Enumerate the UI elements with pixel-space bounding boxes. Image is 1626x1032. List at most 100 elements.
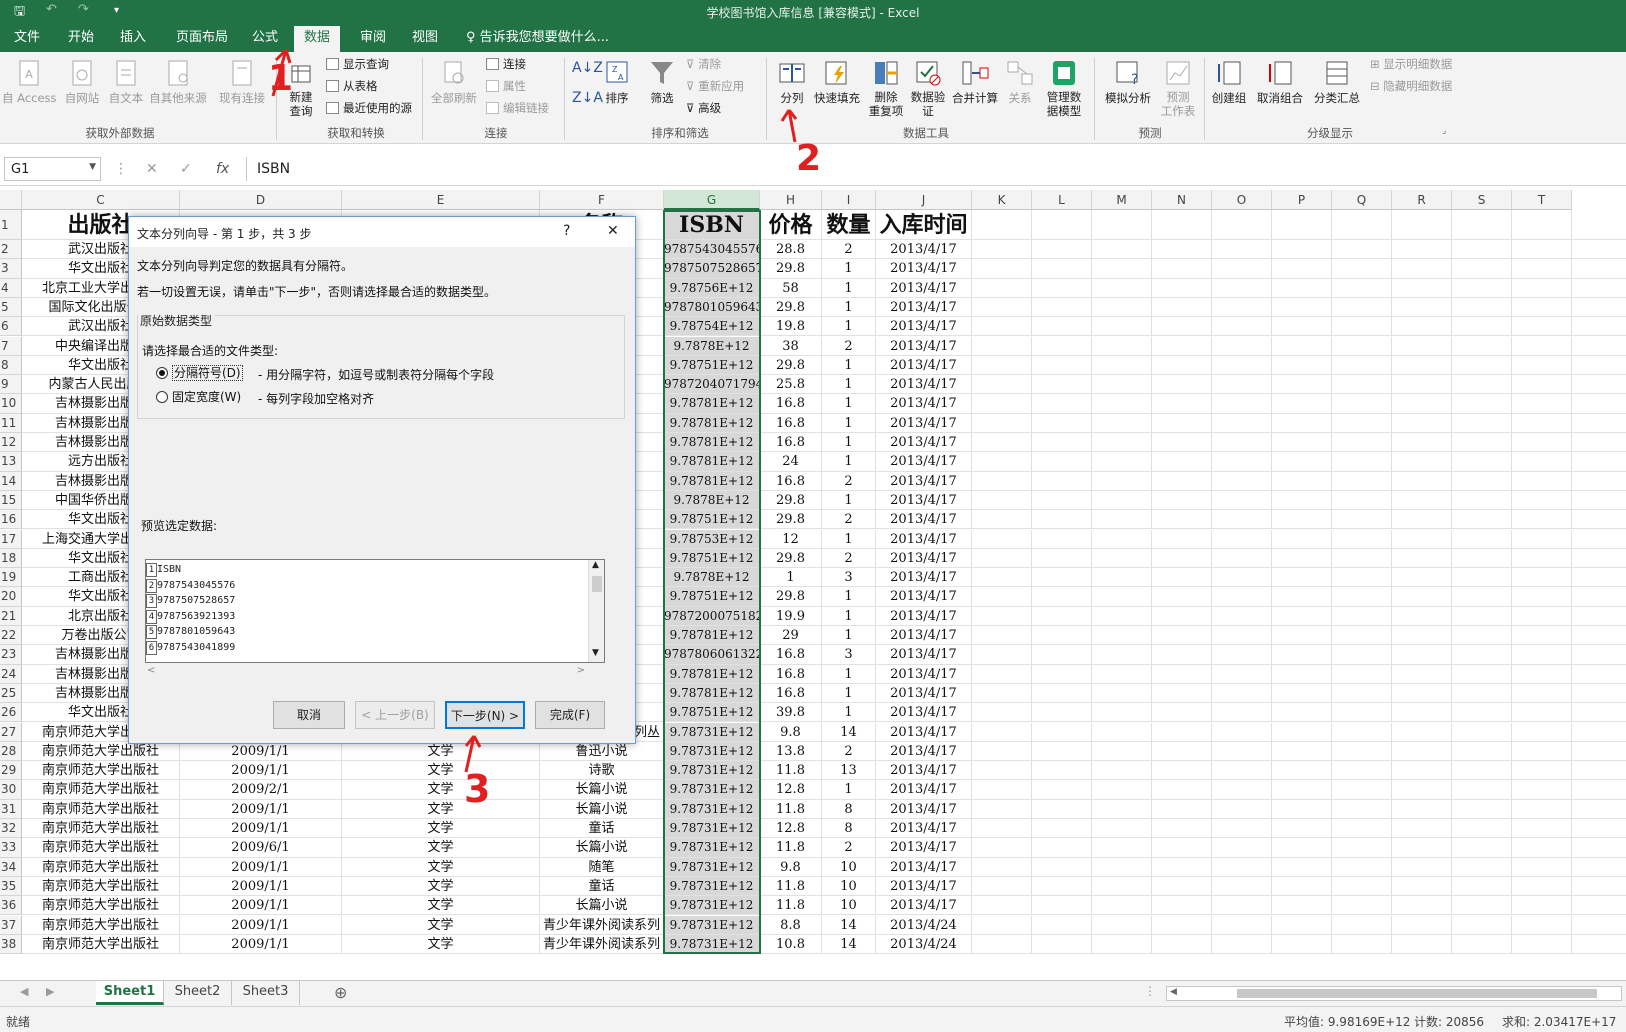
cell-i[interactable]: 8	[822, 799, 876, 818]
cell-l[interactable]	[1032, 529, 1092, 548]
cell-p[interactable]	[1272, 741, 1332, 761]
from-web-button[interactable]: 自网站	[60, 58, 104, 106]
cell-n[interactable]	[1152, 722, 1212, 741]
cell-s[interactable]	[1452, 568, 1512, 587]
cell-h[interactable]: 29.8	[760, 548, 822, 568]
cell-c[interactable]: 南京师范大学出版社	[22, 761, 180, 780]
cell-r[interactable]	[1392, 548, 1452, 568]
cell-s[interactable]	[1452, 876, 1512, 896]
cell-e[interactable]: 文学	[342, 819, 540, 838]
cell-n[interactable]	[1152, 664, 1212, 683]
cell-o[interactable]	[1212, 240, 1272, 259]
cell-j[interactable]: 2013/4/17	[876, 278, 972, 297]
cell-i[interactable]: 1	[822, 529, 876, 548]
cell-h[interactable]: 29.8	[760, 355, 822, 375]
cell-p[interactable]	[1272, 510, 1332, 529]
cell-j[interactable]: 2013/4/17	[876, 857, 972, 876]
cell-h[interactable]: 11.8	[760, 838, 822, 857]
cell-q[interactable]	[1332, 587, 1392, 606]
cell-r[interactable]	[1392, 876, 1452, 896]
cell-o[interactable]	[1212, 394, 1272, 413]
hide-detail-button[interactable]: ⊟ 隐藏明细数据	[1370, 78, 1452, 94]
delimited-radio-icon[interactable]	[156, 367, 168, 379]
row-header[interactable]: 32	[0, 819, 22, 839]
cell-r[interactable]	[1392, 780, 1452, 799]
cell-t[interactable]	[1512, 741, 1572, 761]
cell-t[interactable]	[1512, 645, 1572, 664]
cell-h[interactable]: 16.8	[760, 471, 822, 490]
cell-h[interactable]: 11.8	[760, 876, 822, 896]
cell-p[interactable]	[1272, 490, 1332, 510]
cell-h[interactable]: 24	[760, 452, 822, 471]
cell-j[interactable]: 2013/4/17	[876, 780, 972, 799]
cell-o[interactable]	[1212, 896, 1272, 915]
cell-o[interactable]	[1212, 876, 1272, 896]
cell-o[interactable]	[1212, 452, 1272, 471]
cell-k[interactable]	[972, 741, 1032, 761]
cell-h[interactable]: 29.8	[760, 587, 822, 606]
from-access-button[interactable]: A 自 Access	[2, 58, 57, 106]
cell-d[interactable]: 2009/1/1	[180, 819, 342, 838]
cell-r[interactable]	[1392, 761, 1452, 780]
cell-o[interactable]	[1212, 741, 1272, 761]
cell-s[interactable]	[1452, 934, 1512, 954]
cell-j[interactable]: 2013/4/17	[876, 741, 972, 761]
cell-s[interactable]	[1452, 510, 1512, 529]
cell-g[interactable]: 9.78781E+12	[664, 471, 760, 490]
cell-k[interactable]	[972, 529, 1032, 548]
cell-k[interactable]	[972, 876, 1032, 896]
cell-r[interactable]	[1392, 259, 1452, 278]
cell-m[interactable]	[1092, 471, 1152, 490]
cell-k[interactable]	[972, 761, 1032, 780]
manage-data-model-button[interactable]: 管理数 据模型	[1040, 58, 1088, 118]
row-header[interactable]: 21	[0, 606, 22, 626]
column-header-s[interactable]: S	[1452, 190, 1512, 210]
cell-d[interactable]: 2009/1/1	[180, 934, 342, 954]
cell-p[interactable]	[1272, 548, 1332, 568]
cell-o[interactable]	[1212, 703, 1272, 722]
cell-n[interactable]	[1152, 568, 1212, 587]
advanced-filter-button[interactable]: ⊽ 高级	[686, 100, 721, 116]
row-header[interactable]: 29	[0, 761, 22, 781]
cell-j[interactable]: 2013/4/17	[876, 336, 972, 355]
cell-m[interactable]	[1092, 413, 1152, 432]
cell-c[interactable]: 南京师范大学出版社	[22, 838, 180, 857]
cell-m[interactable]	[1092, 336, 1152, 355]
header-cell-n[interactable]	[1152, 210, 1212, 239]
cell-g[interactable]: 9.78731E+12	[664, 857, 760, 876]
tell-me-search[interactable]: ♀ 告诉我您想要做什么...	[456, 24, 619, 52]
cell-t[interactable]	[1512, 761, 1572, 780]
cell-t[interactable]	[1512, 394, 1572, 413]
cell-k[interactable]	[972, 240, 1032, 259]
cell-o[interactable]	[1212, 587, 1272, 606]
column-header-d[interactable]: D	[180, 190, 342, 210]
cell-j[interactable]: 2013/4/17	[876, 819, 972, 838]
cell-o[interactable]	[1212, 645, 1272, 664]
header-cell-p[interactable]	[1272, 210, 1332, 239]
cell-n[interactable]	[1152, 819, 1212, 838]
column-header-q[interactable]: Q	[1332, 190, 1392, 210]
cell-f[interactable]: 青少年课外阅读系列	[540, 915, 664, 934]
row-header[interactable]: 13	[0, 452, 22, 472]
fixed-width-radio-icon[interactable]	[156, 391, 168, 403]
cell-m[interactable]	[1092, 587, 1152, 606]
cell-o[interactable]	[1212, 799, 1272, 818]
cell-l[interactable]	[1032, 510, 1092, 529]
cell-t[interactable]	[1512, 587, 1572, 606]
cell-l[interactable]	[1032, 297, 1092, 317]
row-header[interactable]: 7	[0, 336, 22, 356]
cell-s[interactable]	[1452, 452, 1512, 471]
cell-q[interactable]	[1332, 626, 1392, 645]
cell-d[interactable]: 2009/2/1	[180, 780, 342, 799]
cell-p[interactable]	[1272, 297, 1332, 317]
cell-q[interactable]	[1332, 548, 1392, 568]
cell-n[interactable]	[1152, 645, 1212, 664]
cell-j[interactable]: 2013/4/17	[876, 240, 972, 259]
cell-i[interactable]: 1	[822, 355, 876, 375]
cell-h[interactable]: 11.8	[760, 799, 822, 818]
cell-p[interactable]	[1272, 703, 1332, 722]
cell-o[interactable]	[1212, 761, 1272, 780]
cell-l[interactable]	[1032, 819, 1092, 838]
cell-k[interactable]	[972, 934, 1032, 954]
cell-j[interactable]: 2013/4/17	[876, 433, 972, 452]
